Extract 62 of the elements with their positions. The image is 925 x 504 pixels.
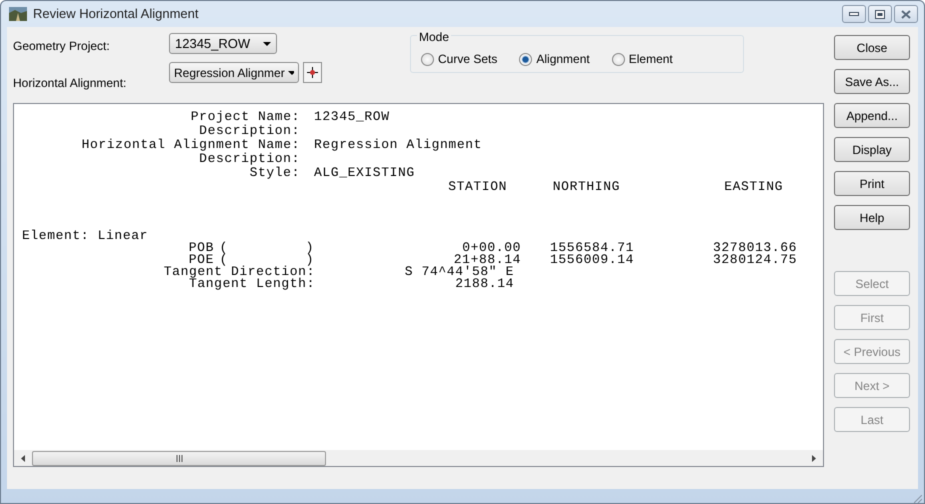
point-label: POB bbox=[188, 242, 214, 254]
element-type: Element: Linear bbox=[22, 230, 148, 242]
dialog-button[interactable]: Print bbox=[834, 171, 910, 196]
close-icon bbox=[901, 10, 911, 18]
alignment-dropdown[interactable]: Regression Alignmer bbox=[169, 62, 299, 83]
horizontal-scrollbar[interactable] bbox=[14, 450, 823, 466]
dialog-button[interactable]: Help bbox=[834, 205, 910, 230]
mode-radio-option[interactable]: Curve Sets bbox=[421, 50, 498, 68]
report-label: Horizontal Alignment Name: bbox=[80, 138, 300, 152]
column-header: EASTING bbox=[723, 180, 783, 194]
caret-icon bbox=[288, 70, 294, 74]
maximize-icon bbox=[875, 10, 885, 18]
maximize-button[interactable] bbox=[868, 5, 892, 23]
report-label: Style: bbox=[248, 166, 300, 180]
dialog-button[interactable]: Save As... bbox=[834, 69, 910, 94]
point-label: POE bbox=[188, 254, 214, 266]
report-value: ALG_EXISTING bbox=[314, 166, 415, 180]
report-value: Regression Alignment bbox=[314, 138, 482, 152]
scroll-left-icon[interactable] bbox=[21, 454, 25, 462]
project-dropdown[interactable]: 12345_ROW bbox=[169, 33, 277, 54]
mode-radio-option[interactable]: Alignment bbox=[519, 50, 590, 68]
report-label: Description: bbox=[198, 152, 300, 166]
paren-text: ( bbox=[218, 242, 228, 254]
station-value: 21+88.14 bbox=[454, 254, 521, 266]
easting-value: 3280124.75 bbox=[712, 254, 797, 266]
station-value: 0+00.00 bbox=[462, 242, 521, 254]
report-value: 2188.14 bbox=[454, 278, 514, 290]
dialog-button[interactable]: Display bbox=[834, 137, 910, 162]
report-value: S 74^44'58" E bbox=[404, 266, 514, 278]
minimize-icon bbox=[849, 12, 859, 16]
grip-icon bbox=[176, 454, 182, 462]
report-label: Tangent Length: bbox=[188, 278, 315, 290]
window-title: Review Horizontal Alignment bbox=[33, 5, 198, 24]
minimize-button[interactable] bbox=[842, 5, 866, 23]
radio-button[interactable] bbox=[612, 52, 625, 66]
locate-button[interactable] bbox=[303, 62, 322, 83]
report-label: Description: bbox=[198, 124, 300, 138]
column-header: STATION bbox=[447, 180, 507, 194]
paren-text: ) bbox=[306, 254, 314, 266]
resize-grip-icon[interactable] bbox=[914, 495, 922, 503]
crosshair-icon bbox=[307, 67, 318, 78]
dialog-button[interactable]: Close bbox=[834, 35, 910, 60]
column-header: NORTHING bbox=[552, 180, 620, 194]
scroll-right-icon[interactable] bbox=[812, 454, 816, 462]
field-label: Geometry Project: bbox=[13, 38, 111, 55]
paren-text: ) bbox=[304, 242, 314, 254]
report-label: Project Name: bbox=[190, 110, 300, 124]
northing-value: 1556584.71 bbox=[548, 242, 634, 254]
northing-value: 1556009.14 bbox=[548, 254, 634, 266]
caret-icon bbox=[263, 42, 271, 46]
mode-radio-option[interactable]: Element bbox=[612, 50, 673, 68]
report-label: Tangent Direction: bbox=[162, 266, 315, 278]
scroll-thumb[interactable] bbox=[32, 450, 326, 466]
radio-button[interactable] bbox=[421, 52, 434, 66]
landscape-icon bbox=[9, 7, 27, 21]
dialog-button[interactable]: Append... bbox=[834, 103, 910, 128]
field-label: Horizontal Alignment: bbox=[13, 75, 128, 92]
easting-value: 3278013.66 bbox=[712, 242, 797, 254]
close-button[interactable] bbox=[894, 5, 918, 23]
paren-text: ( bbox=[220, 254, 228, 266]
report-value: 12345_ROW bbox=[314, 110, 390, 124]
radio-button[interactable] bbox=[519, 52, 532, 66]
